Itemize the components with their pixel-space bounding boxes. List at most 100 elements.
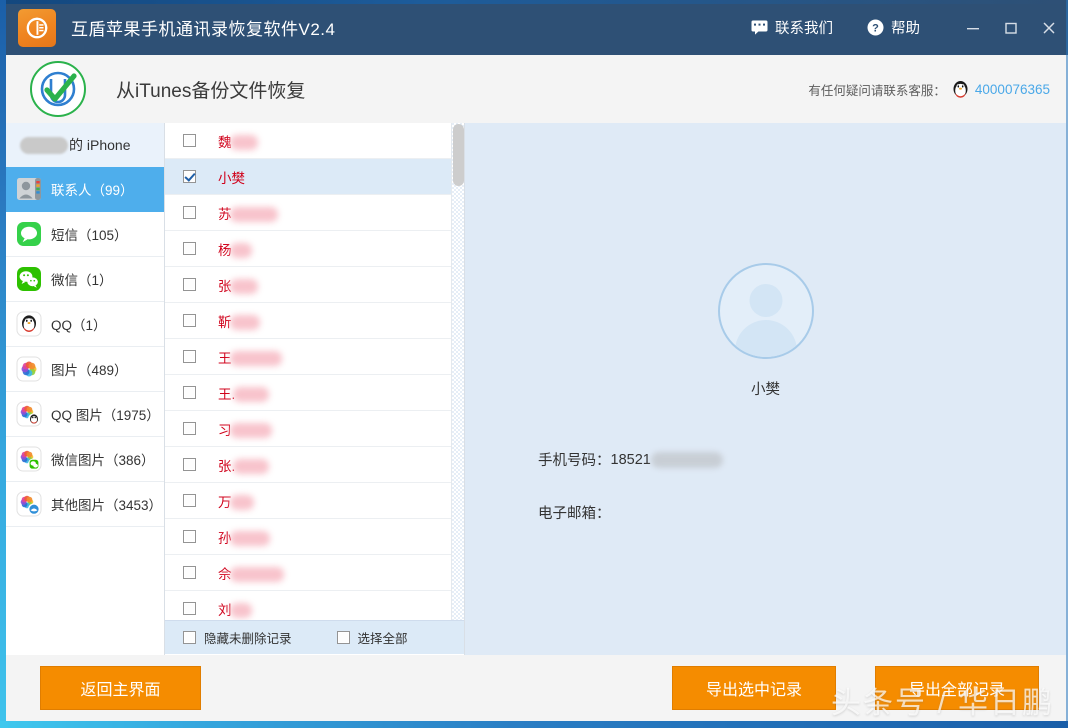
select-all-box[interactable] — [336, 631, 350, 644]
contact-row[interactable]: 王. — [165, 375, 464, 411]
avatar-body — [734, 320, 797, 357]
select-all-checkbox[interactable]: 选择全部 — [336, 628, 408, 647]
contact-row[interactable]: 张 — [165, 267, 464, 303]
title-bar: 互盾苹果手机通讯录恢复软件V2.4 联系我们 ? 帮助 — [0, 0, 1068, 55]
contact-name-redaction — [229, 314, 260, 330]
back-to-main-button[interactable]: 返回主界面 — [40, 666, 201, 710]
contact-name-redaction — [233, 386, 270, 402]
contact-row[interactable]: 万 — [165, 483, 464, 519]
contact-row-checkbox[interactable] — [183, 494, 196, 507]
contact-name-redaction — [229, 602, 252, 618]
contact-row-checkbox[interactable] — [183, 314, 196, 327]
contact-detail-panel: 小樊 手机号码： 18521 电子邮箱： — [465, 123, 1066, 655]
contact-row[interactable]: 魏 — [165, 123, 464, 159]
contact-row[interactable]: 小樊 — [165, 159, 464, 195]
select-all-label: 选择全部 — [357, 632, 408, 646]
contact-row-checkbox[interactable] — [183, 170, 196, 183]
contact-row[interactable]: 靳 — [165, 303, 464, 339]
qq-photos-icon — [16, 401, 42, 427]
contact-row[interactable]: 王 — [165, 339, 464, 375]
contact-name-redaction — [229, 350, 282, 366]
minimize-icon[interactable] — [954, 0, 992, 55]
page-title: 从iTunes备份文件恢复 — [116, 80, 306, 102]
contact-row[interactable]: 张. — [165, 447, 464, 483]
question-circle-icon: ? — [867, 19, 884, 36]
sidebar-item-0[interactable]: 联系人（99） — [6, 167, 164, 212]
qq-penguin-icon — [952, 80, 969, 99]
contact-row[interactable]: 习 — [165, 411, 464, 447]
help-label: 帮助 — [891, 21, 920, 37]
sidebar-item-label: 联系人（99） — [51, 183, 134, 198]
email-label: 电子邮箱： — [538, 506, 611, 522]
contact-row[interactable]: 佘 — [165, 555, 464, 591]
sidebar-item-list: 联系人（99） 短信（105） 微信（1） QQ（1） 图片（489） QQ 图片（197… — [6, 167, 164, 527]
contact-row[interactable]: 刘 — [165, 591, 464, 620]
contact-row-name: 靳 — [218, 311, 260, 331]
contact-row-checkbox[interactable] — [183, 458, 196, 471]
hide-undeleted-box[interactable] — [183, 631, 196, 644]
device-name-redaction — [20, 136, 68, 154]
contact-detail-email: 电子邮箱： — [538, 502, 611, 523]
contact-row[interactable]: 孙 — [165, 519, 464, 555]
contact-row-checkbox[interactable] — [183, 278, 196, 291]
contact-row-checkbox[interactable] — [183, 206, 196, 219]
contact-row-checkbox[interactable] — [183, 530, 196, 543]
contact-us-button[interactable]: 联系我们 — [751, 17, 833, 38]
contact-row-checkbox[interactable] — [183, 386, 196, 399]
contact-row[interactable]: 杨 — [165, 231, 464, 267]
other-photos-icon — [16, 491, 42, 517]
window-bottom-border — [0, 721, 1068, 728]
app-logo-icon — [18, 8, 56, 47]
sidebar-item-3[interactable]: QQ（1） — [6, 302, 164, 347]
check-circle-icon — [30, 61, 86, 117]
support-label: 有任何疑问请联系客服： — [808, 83, 946, 98]
sidebar-item-5[interactable]: QQ 图片（1975） — [6, 392, 164, 437]
contact-name-redaction — [233, 458, 270, 474]
contact-name-redaction — [229, 134, 258, 150]
sidebar-item-2[interactable]: 微信（1） — [6, 257, 164, 302]
hide-undeleted-checkbox[interactable]: 隐藏未删除记录 — [183, 628, 292, 647]
sidebar-item-6[interactable]: 微信图片（386） — [6, 437, 164, 482]
contact-name-text: 小樊 — [218, 170, 245, 186]
contact-name-redaction — [229, 494, 254, 510]
contact-row-name: 魏 — [218, 131, 258, 151]
export-selected-button[interactable]: 导出选中记录 — [672, 666, 836, 710]
footer-toolbar: 返回主界面 导出选中记录 导出全部记录 — [6, 655, 1066, 721]
scrollbar-thumb[interactable] — [453, 124, 464, 186]
person-avatar-icon — [717, 263, 814, 359]
titlebar-right-group: 联系我们 ? 帮助 — [751, 0, 1068, 55]
close-icon[interactable] — [1030, 0, 1068, 55]
help-button[interactable]: ? 帮助 — [867, 17, 920, 38]
sidebar-item-4[interactable]: 图片（489） — [6, 347, 164, 392]
export-all-button[interactable]: 导出全部记录 — [875, 666, 1039, 710]
qq-icon — [16, 311, 42, 337]
contact-row-name: 杨 — [218, 239, 252, 259]
contact-name-redaction — [229, 566, 284, 582]
contact-name-redaction — [229, 422, 272, 438]
support-phone[interactable]: 4000076365 — [975, 82, 1050, 97]
wechat-photos-icon — [16, 446, 42, 472]
contact-name-redaction — [229, 206, 278, 222]
contact-list-scrollbar[interactable] — [451, 123, 464, 620]
sidebar-item-label: QQ（1） — [51, 318, 107, 333]
sidebar-item-1[interactable]: 短信（105） — [6, 212, 164, 257]
contact-rows: 魏小樊苏杨张靳王王. 习张. 万孙佘刘 — [165, 123, 464, 620]
contact-row-name: 王 — [218, 347, 282, 367]
contact-row-checkbox[interactable] — [183, 134, 196, 147]
contacts-icon — [16, 176, 42, 202]
contact-list-panel: 魏小樊苏杨张靳王王. 习张. 万孙佘刘 隐藏未删除记录 选择全部 — [165, 123, 465, 655]
contact-row-name: 佘 — [218, 563, 284, 583]
contact-row-name: 刘 — [218, 599, 252, 619]
main-content: 的 iPhone 联系人（99） 短信（105） 微信（1） QQ（1） 图片（489）… — [6, 123, 1066, 655]
sidebar-item-label: 其他图片（3453） — [51, 498, 163, 513]
contact-row-checkbox[interactable] — [183, 422, 196, 435]
sidebar-item-7[interactable]: 其他图片（3453） — [6, 482, 164, 527]
contact-row-checkbox[interactable] — [183, 350, 196, 363]
contact-row[interactable]: 苏 — [165, 195, 464, 231]
contact-row-checkbox[interactable] — [183, 566, 196, 579]
avatar-head — [749, 284, 782, 317]
device-name-label: 的 iPhone — [69, 137, 131, 153]
contact-row-checkbox[interactable] — [183, 242, 196, 255]
maximize-icon[interactable] — [992, 0, 1030, 55]
contact-row-checkbox[interactable] — [183, 602, 196, 615]
